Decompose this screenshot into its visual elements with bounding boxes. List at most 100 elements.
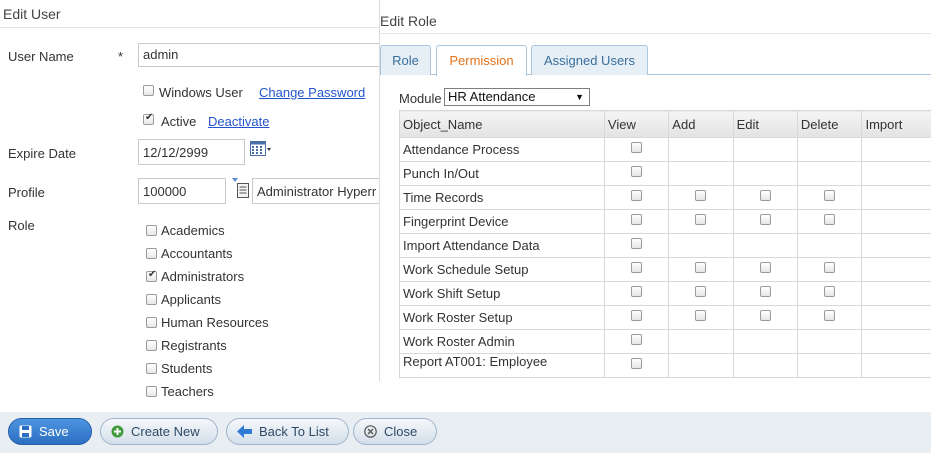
table-header-row: Object_Name View Add Edit Delete Import bbox=[399, 110, 931, 138]
tab-permission[interactable]: Permission bbox=[436, 45, 527, 76]
view-permission-checkbox[interactable] bbox=[631, 190, 643, 202]
add-permission-cell bbox=[668, 305, 734, 330]
object-name-cell: Punch In/Out bbox=[399, 161, 605, 186]
user-name-label: User Name bbox=[8, 49, 74, 64]
module-select[interactable]: HR Attendance ▼ bbox=[444, 88, 590, 106]
import-permission-cell bbox=[861, 281, 931, 306]
role-checkbox[interactable] bbox=[146, 317, 157, 328]
delete-permission-checkbox[interactable] bbox=[824, 286, 836, 298]
object-name-cell: Work Roster Admin bbox=[399, 329, 605, 354]
deactivate-link[interactable]: Deactivate bbox=[208, 114, 269, 129]
calendar-icon[interactable] bbox=[250, 141, 272, 157]
back-to-list-button[interactable]: Back To List bbox=[226, 418, 349, 445]
column-header-edit[interactable]: Edit bbox=[732, 110, 798, 138]
add-permission-cell bbox=[668, 209, 734, 234]
object-name-cell: Work Schedule Setup bbox=[399, 257, 605, 282]
view-permission-cell bbox=[603, 353, 670, 378]
column-header-add[interactable]: Add bbox=[668, 110, 734, 138]
table-row: Fingerprint Device bbox=[399, 209, 931, 234]
edit-permission-checkbox[interactable] bbox=[759, 286, 771, 298]
edit-permission-cell bbox=[732, 185, 798, 210]
panel-title-divider bbox=[380, 33, 931, 34]
edit-permission-cell bbox=[732, 353, 798, 378]
view-permission-checkbox[interactable] bbox=[631, 262, 643, 274]
delete-permission-checkbox[interactable] bbox=[824, 262, 836, 274]
object-name-cell: Report AT001: Employee bbox=[399, 353, 605, 378]
add-permission-cell bbox=[668, 353, 734, 378]
delete-permission-cell bbox=[796, 353, 863, 378]
back-to-list-button-label: Back To List bbox=[259, 424, 329, 439]
close-button[interactable]: Close bbox=[353, 418, 437, 445]
view-permission-checkbox[interactable] bbox=[631, 238, 643, 250]
column-header-import[interactable]: Import bbox=[861, 110, 931, 138]
view-permission-cell bbox=[603, 233, 670, 258]
add-permission-cell bbox=[668, 233, 734, 258]
import-permission-cell bbox=[861, 209, 931, 234]
view-permission-checkbox[interactable] bbox=[631, 310, 643, 322]
create-new-button[interactable]: Create New bbox=[100, 418, 218, 445]
delete-permission-checkbox[interactable] bbox=[824, 190, 836, 202]
view-permission-checkbox[interactable] bbox=[631, 214, 643, 226]
module-select-value: HR Attendance bbox=[448, 89, 536, 104]
view-permission-cell bbox=[603, 257, 670, 282]
view-permission-checkbox[interactable] bbox=[631, 142, 643, 154]
expire-date-label: Expire Date bbox=[8, 146, 76, 161]
role-checkbox[interactable] bbox=[146, 363, 157, 374]
table-row: Punch In/Out bbox=[399, 161, 931, 186]
active-checkbox[interactable] bbox=[143, 112, 154, 125]
delete-permission-checkbox[interactable] bbox=[824, 214, 836, 226]
tab-assigned-users[interactable]: Assigned Users bbox=[531, 45, 648, 75]
dropdown-arrow-icon: ▼ bbox=[575, 92, 584, 102]
object-name-cell: Work Roster Setup bbox=[399, 305, 605, 330]
import-permission-cell bbox=[861, 137, 931, 162]
expire-date-input[interactable]: 12/12/2999 bbox=[138, 139, 245, 165]
role-checkbox[interactable] bbox=[146, 294, 157, 305]
add-permission-checkbox[interactable] bbox=[695, 310, 707, 322]
view-permission-checkbox[interactable] bbox=[631, 286, 643, 298]
role-option-label: Students bbox=[161, 361, 213, 376]
edit-role-panel: Edit Role Role Permission Assigned Users… bbox=[379, 0, 931, 381]
add-permission-checkbox[interactable] bbox=[695, 190, 707, 202]
delete-permission-cell bbox=[796, 305, 863, 330]
save-button[interactable]: Save bbox=[8, 418, 92, 445]
column-header-object-name[interactable]: Object_Name bbox=[399, 110, 605, 138]
view-permission-cell bbox=[603, 209, 670, 234]
role-checkbox[interactable] bbox=[146, 225, 157, 236]
role-checkbox[interactable] bbox=[146, 269, 157, 282]
column-header-delete[interactable]: Delete bbox=[796, 110, 863, 138]
user-name-input[interactable]: admin bbox=[138, 43, 388, 67]
add-permission-checkbox[interactable] bbox=[695, 262, 707, 274]
role-option-label: Applicants bbox=[161, 292, 221, 307]
edit-permission-cell bbox=[732, 305, 798, 330]
table-row: Work Roster Setup bbox=[399, 305, 931, 330]
table-row: Time Records bbox=[399, 185, 931, 210]
role-checkbox[interactable] bbox=[146, 340, 157, 351]
edit-permission-checkbox[interactable] bbox=[759, 190, 771, 202]
change-password-link[interactable]: Change Password bbox=[259, 85, 365, 100]
module-label: Module bbox=[399, 91, 442, 106]
edit-permission-checkbox[interactable] bbox=[759, 262, 771, 274]
view-permission-checkbox[interactable] bbox=[631, 166, 643, 178]
profile-code-input[interactable]: 100000 bbox=[138, 178, 226, 204]
delete-permission-cell bbox=[796, 209, 863, 234]
delete-permission-cell bbox=[796, 185, 863, 210]
edit-permission-checkbox[interactable] bbox=[759, 214, 771, 226]
add-permission-checkbox[interactable] bbox=[695, 214, 707, 226]
delete-permission-checkbox[interactable] bbox=[824, 310, 836, 322]
view-permission-checkbox[interactable] bbox=[631, 334, 643, 346]
role-checkbox[interactable] bbox=[146, 248, 157, 259]
column-header-view[interactable]: View bbox=[603, 110, 670, 138]
view-permission-cell bbox=[603, 281, 670, 306]
delete-permission-cell bbox=[796, 233, 863, 258]
view-permission-checkbox[interactable] bbox=[631, 358, 643, 370]
lookup-icon[interactable] bbox=[230, 178, 250, 200]
import-permission-cell bbox=[861, 353, 931, 378]
add-permission-cell bbox=[668, 329, 734, 354]
windows-user-checkbox[interactable] bbox=[143, 85, 154, 96]
add-permission-checkbox[interactable] bbox=[695, 286, 707, 298]
edit-permission-cell bbox=[732, 329, 798, 354]
edit-permission-checkbox[interactable] bbox=[759, 310, 771, 322]
profile-name-input[interactable]: Administrator Hyperr bbox=[252, 178, 388, 204]
tab-role[interactable]: Role bbox=[380, 45, 431, 75]
role-checkbox[interactable] bbox=[146, 386, 157, 397]
